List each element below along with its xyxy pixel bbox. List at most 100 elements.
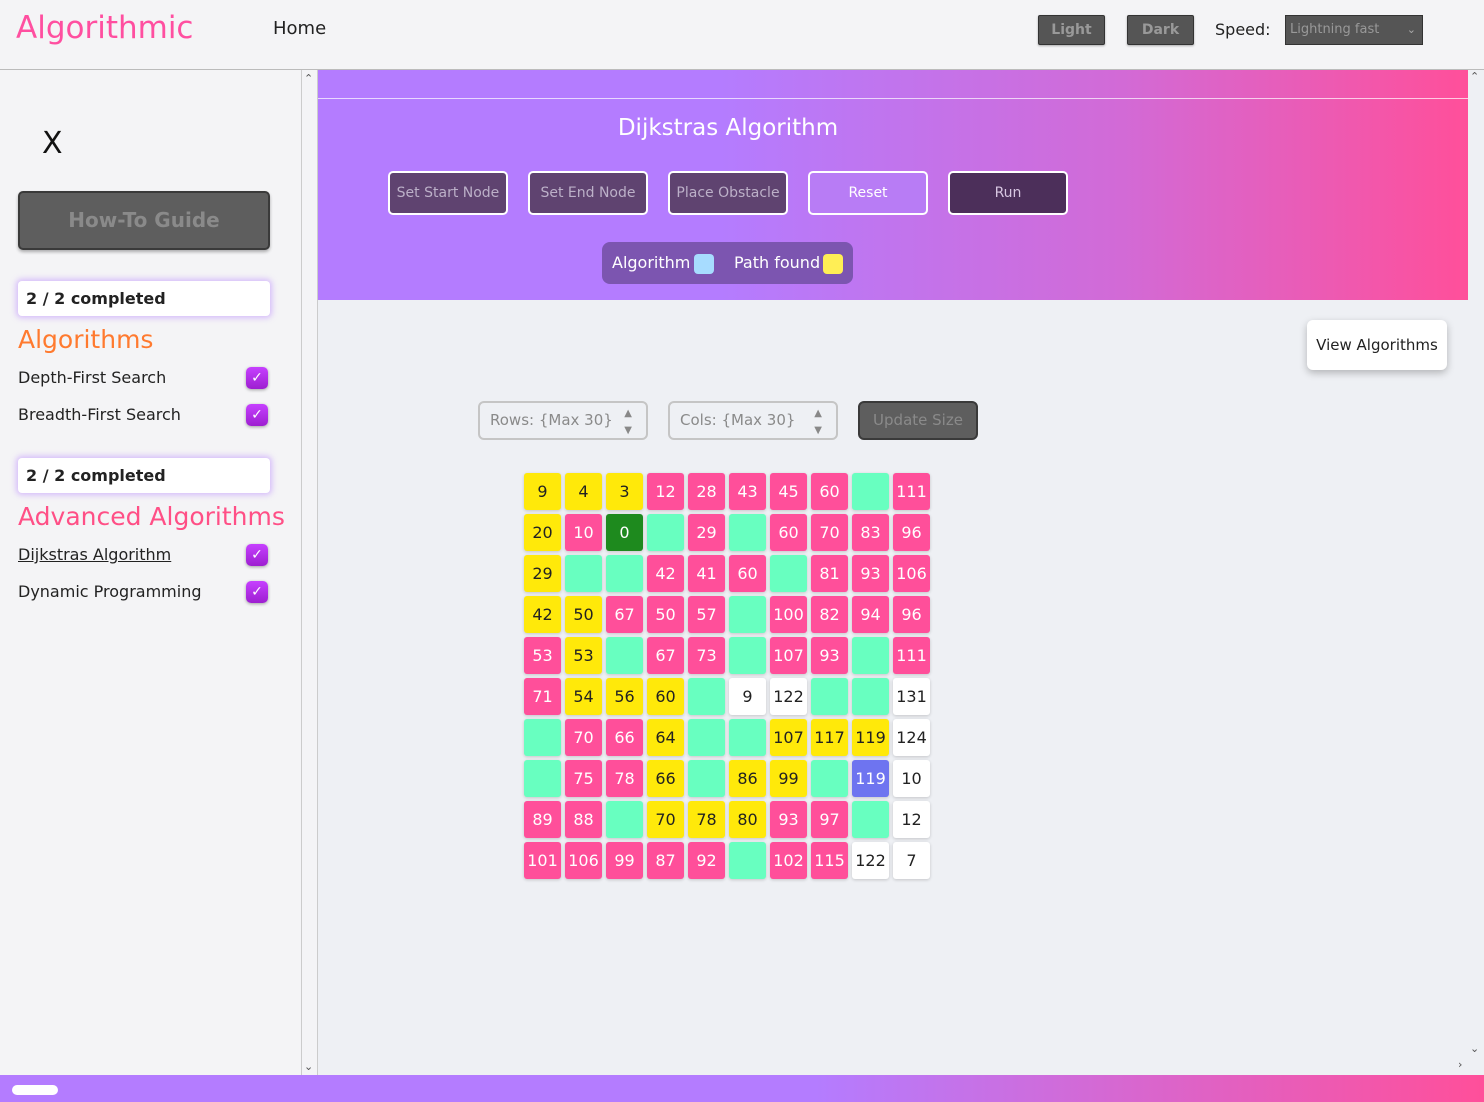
- checkbox-checked[interactable]: ✓: [246, 367, 268, 389]
- grid-cell-visited[interactable]: 83: [852, 514, 889, 551]
- grid-cell-path[interactable]: 60: [647, 678, 684, 715]
- speed-select[interactable]: Lightning fast ⌄: [1285, 15, 1423, 45]
- scroll-up-icon[interactable]: ⌃: [304, 72, 313, 85]
- grid-cell-visited[interactable]: 67: [606, 596, 643, 633]
- grid-cell-path[interactable]: 80: [729, 801, 766, 838]
- light-theme-button[interactable]: Light: [1038, 15, 1105, 45]
- grid-cell-path[interactable]: 117: [811, 719, 848, 756]
- grid-cell-unvisited[interactable]: 10: [893, 760, 930, 797]
- grid-cell-path[interactable]: 119: [852, 719, 889, 756]
- grid-cell-path[interactable]: 66: [647, 760, 684, 797]
- grid-cell-obstacle[interactable]: [770, 555, 807, 592]
- grid-cell-obstacle[interactable]: [811, 678, 848, 715]
- grid-cell-obstacle[interactable]: [729, 842, 766, 879]
- scroll-right-icon[interactable]: ›: [1458, 1058, 1462, 1071]
- grid-cell-visited[interactable]: 97: [811, 801, 848, 838]
- grid-cell-path[interactable]: 99: [770, 760, 807, 797]
- sidebar-scrollbar[interactable]: ⌃ ⌄: [302, 70, 318, 1075]
- grid-cell-obstacle[interactable]: [688, 678, 725, 715]
- grid-cell-path[interactable]: 50: [565, 596, 602, 633]
- grid-cell-visited[interactable]: 102: [770, 842, 807, 879]
- grid-cell-obstacle[interactable]: [729, 596, 766, 633]
- place-obstacle-button[interactable]: Place Obstacle: [668, 171, 788, 215]
- grid-cell-visited[interactable]: 70: [565, 719, 602, 756]
- grid-cell-unvisited[interactable]: 122: [852, 842, 889, 879]
- grid-cell-visited[interactable]: 93: [770, 801, 807, 838]
- grid-cell-obstacle[interactable]: [729, 719, 766, 756]
- grid-cell-visited[interactable]: 73: [688, 637, 725, 674]
- brand-logo[interactable]: Algorithmic: [16, 10, 193, 46]
- sidebar-item-depth-first-search[interactable]: Depth-First Search ✓: [18, 365, 270, 391]
- grid-cell-path[interactable]: 86: [729, 760, 766, 797]
- grid-cell-visited[interactable]: 94: [852, 596, 889, 633]
- scroll-down-icon[interactable]: ⌄: [304, 1060, 313, 1073]
- grid-cell-obstacle[interactable]: [524, 719, 561, 756]
- grid-cell-path[interactable]: 20: [524, 514, 561, 551]
- grid-cell-visited[interactable]: 41: [688, 555, 725, 592]
- grid-cell-visited[interactable]: 60: [729, 555, 766, 592]
- grid-cell-obstacle[interactable]: [729, 514, 766, 551]
- grid-cell-visited[interactable]: 115: [811, 842, 848, 879]
- reset-button[interactable]: Reset: [808, 171, 928, 215]
- grid-cell-visited[interactable]: 92: [688, 842, 725, 879]
- grid-cell-visited[interactable]: 81: [811, 555, 848, 592]
- grid-cell-visited[interactable]: 66: [606, 719, 643, 756]
- nav-home-link[interactable]: Home: [273, 18, 326, 39]
- grid-cell-visited[interactable]: 60: [811, 473, 848, 510]
- sidebar-item-dynamic-programming[interactable]: Dynamic Programming ✓: [18, 579, 270, 605]
- grid-cell-path[interactable]: 70: [647, 801, 684, 838]
- grid-cell-visited[interactable]: 99: [606, 842, 643, 879]
- grid-cell-path[interactable]: 29: [524, 555, 561, 592]
- sidebar-item-breadth-first-search[interactable]: Breadth-First Search ✓: [18, 402, 270, 428]
- grid-cell-visited[interactable]: 100: [770, 596, 807, 633]
- grid-cell-visited[interactable]: 60: [770, 514, 807, 551]
- grid-cell-visited[interactable]: 29: [688, 514, 725, 551]
- grid-cell-obstacle[interactable]: [852, 801, 889, 838]
- grid-cell-visited[interactable]: 111: [893, 637, 930, 674]
- run-button[interactable]: Run: [948, 171, 1068, 215]
- grid-cell-visited[interactable]: 28: [688, 473, 725, 510]
- cols-input[interactable]: Cols: {Max 30} ▲ ▼: [668, 401, 838, 440]
- checkbox-checked[interactable]: ✓: [246, 404, 268, 426]
- grid-cell-visited[interactable]: 12: [647, 473, 684, 510]
- grid-cell-obstacle[interactable]: [606, 555, 643, 592]
- grid-cell-obstacle[interactable]: [852, 678, 889, 715]
- grid-cell-visited[interactable]: 53: [524, 637, 561, 674]
- grid-cell-obstacle[interactable]: [647, 514, 684, 551]
- grid-cell-obstacle[interactable]: [524, 760, 561, 797]
- grid-cell-path[interactable]: 56: [606, 678, 643, 715]
- view-algorithms-button[interactable]: View Algorithms: [1307, 320, 1447, 370]
- update-size-button[interactable]: Update Size: [858, 401, 978, 440]
- grid-cell-visited[interactable]: 71: [524, 678, 561, 715]
- grid-cell-path[interactable]: 4: [565, 473, 602, 510]
- grid-cell-visited[interactable]: 70: [811, 514, 848, 551]
- grid-cell-path[interactable]: 3: [606, 473, 643, 510]
- grid-cell-obstacle[interactable]: [688, 760, 725, 797]
- grid-cell-visited[interactable]: 88: [565, 801, 602, 838]
- grid-cell-visited[interactable]: 75: [565, 760, 602, 797]
- grid-cell-unvisited[interactable]: 131: [893, 678, 930, 715]
- grid-cell-visited[interactable]: 93: [852, 555, 889, 592]
- grid-cell-visited[interactable]: 89: [524, 801, 561, 838]
- grid-cell-visited[interactable]: 96: [893, 514, 930, 551]
- grid-cell-unvisited[interactable]: 12: [893, 801, 930, 838]
- grid-cell-visited[interactable]: 101: [524, 842, 561, 879]
- scroll-up-icon[interactable]: ⌃: [1470, 70, 1479, 83]
- grid-cell-visited[interactable]: 96: [893, 596, 930, 633]
- grid-cell-unvisited[interactable]: 122: [770, 678, 807, 715]
- grid-cell-visited[interactable]: 106: [893, 555, 930, 592]
- grid-cell-path[interactable]: 107: [770, 719, 807, 756]
- checkbox-checked[interactable]: ✓: [246, 581, 268, 603]
- grid-cell-visited[interactable]: 93: [811, 637, 848, 674]
- grid-cell-obstacle[interactable]: [729, 637, 766, 674]
- grid-cell-visited[interactable]: 67: [647, 637, 684, 674]
- sidebar-item-label[interactable]: Dijkstras Algorithm: [18, 545, 171, 564]
- grid-cell-path[interactable]: 54: [565, 678, 602, 715]
- grid-cell-visited[interactable]: 10: [565, 514, 602, 551]
- grid-cell-unvisited[interactable]: 9: [729, 678, 766, 715]
- sidebar-close-button[interactable]: X: [42, 126, 63, 161]
- grid-cell-obstacle[interactable]: [606, 801, 643, 838]
- stepper-icon[interactable]: ▲ ▼: [814, 403, 822, 439]
- grid-cell-visited[interactable]: 45: [770, 473, 807, 510]
- grid-cell-obstacle[interactable]: [852, 637, 889, 674]
